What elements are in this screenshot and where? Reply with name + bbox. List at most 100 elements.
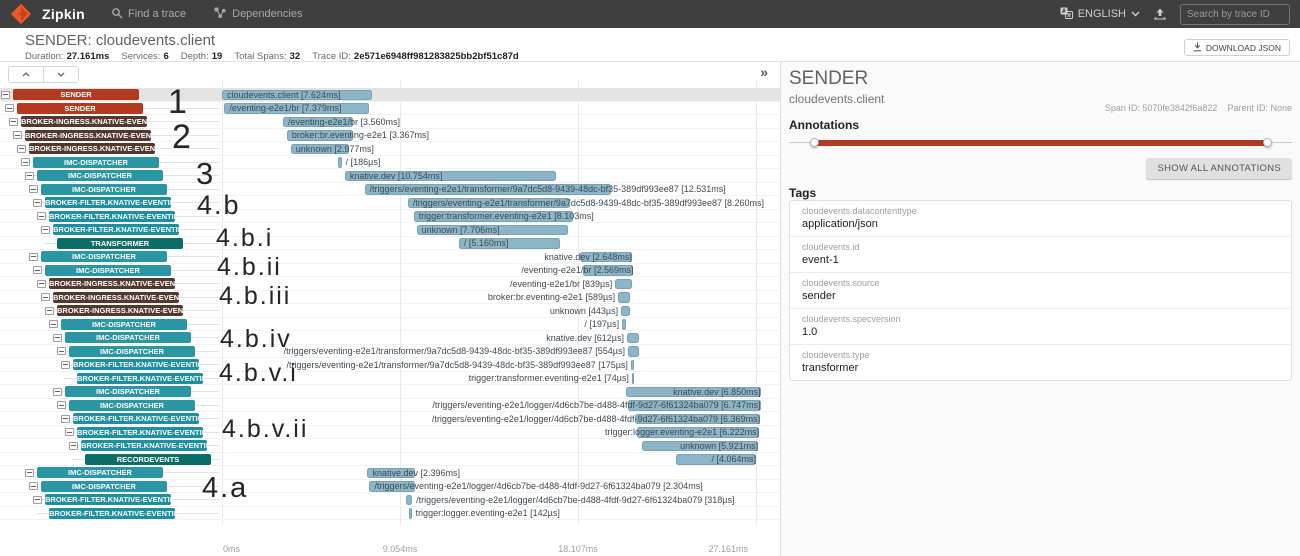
trace-row[interactable]: IMC-DISPATCHERknative.dev [612µs] bbox=[0, 331, 780, 345]
expand-timeline-button[interactable]: » bbox=[760, 64, 768, 80]
trace-row[interactable]: RECORDEVENTS/ [4.064ms] bbox=[0, 453, 780, 467]
service-name-pill[interactable]: BROKER-INGRESS.KNATIVE-EVENTING bbox=[49, 278, 175, 289]
service-name-pill[interactable]: BROKER-FILTER.KNATIVE-EVENTING bbox=[53, 224, 179, 235]
collapse-toggle-icon[interactable] bbox=[17, 145, 26, 153]
trace-row[interactable]: BROKER-FILTER.KNATIVE-EVENTING/triggers/… bbox=[0, 493, 780, 507]
service-name-pill[interactable]: BROKER-FILTER.KNATIVE-EVENTING bbox=[49, 211, 175, 222]
trace-row[interactable]: BROKER-INGRESS.KNATIVE-EVENTING/eventing… bbox=[0, 115, 780, 129]
upload-trace-icon[interactable] bbox=[1153, 8, 1167, 21]
collapse-toggle-icon[interactable] bbox=[45, 307, 54, 315]
trace-row[interactable]: IMC-DISPATCHER/triggers/eventing-e2e1/lo… bbox=[0, 480, 780, 494]
collapse-toggle-icon[interactable] bbox=[21, 158, 30, 166]
collapse-toggle-icon[interactable] bbox=[57, 347, 66, 355]
service-name-pill[interactable]: IMC-DISPATCHER bbox=[41, 251, 167, 262]
service-name-pill[interactable]: IMC-DISPATCHER bbox=[45, 265, 171, 276]
trace-row[interactable]: IMC-DISPATCHER/eventing-e2e1/br [2.569ms… bbox=[0, 264, 780, 278]
service-name-pill[interactable]: BROKER-INGRESS.KNATIVE-EVENTING bbox=[25, 130, 151, 141]
trace-row[interactable]: BROKER-FILTER.KNATIVE-EVENTINGunknown [7… bbox=[0, 223, 780, 237]
span-bar[interactable] bbox=[632, 373, 635, 384]
collapse-all-button[interactable] bbox=[9, 67, 44, 82]
trace-row[interactable]: BROKER-FILTER.KNATIVE-EVENTING/triggers/… bbox=[0, 196, 780, 210]
service-name-pill[interactable]: IMC-DISPATCHER bbox=[33, 157, 159, 168]
trace-row[interactable]: IMC-DISPATCHER/ [186µs] bbox=[0, 156, 780, 170]
trace-row[interactable]: BROKER-FILTER.KNATIVE-EVENTINGtrigger:tr… bbox=[0, 210, 780, 224]
service-name-pill[interactable]: BROKER-INGRESS.KNATIVE-EVENTING bbox=[21, 116, 147, 127]
service-name-pill[interactable]: IMC-DISPATCHER bbox=[41, 184, 167, 195]
trace-row[interactable]: IMC-DISPATCHER/triggers/eventing-e2e1/tr… bbox=[0, 183, 780, 197]
span-bar[interactable] bbox=[628, 346, 639, 357]
trace-row[interactable]: BROKER-INGRESS.KNATIVE-EVENTINGunknown [… bbox=[0, 304, 780, 318]
collapse-toggle-icon[interactable] bbox=[9, 118, 18, 126]
service-name-pill[interactable]: SENDER bbox=[13, 89, 139, 100]
service-name-pill[interactable]: IMC-DISPATCHER bbox=[69, 346, 195, 357]
collapse-toggle-icon[interactable] bbox=[53, 334, 62, 342]
service-name-pill[interactable]: BROKER-INGRESS.KNATIVE-EVENTING bbox=[29, 143, 155, 154]
trace-row[interactable]: SENDER/eventing-e2e1/br [7.379ms] bbox=[0, 102, 780, 116]
trace-row[interactable]: BROKER-INGRESS.KNATIVE-EVENTINGunknown [… bbox=[0, 142, 780, 156]
collapse-toggle-icon[interactable] bbox=[29, 185, 38, 193]
slider-end-knob[interactable] bbox=[1263, 138, 1272, 147]
collapse-toggle-icon[interactable] bbox=[13, 131, 22, 139]
trace-row[interactable]: IMC-DISPATCHERknative.dev [6.850ms] bbox=[0, 385, 780, 399]
nav-dependencies[interactable]: Dependencies bbox=[214, 7, 302, 22]
span-bar[interactable] bbox=[627, 333, 639, 344]
trace-row[interactable]: BROKER-INGRESS.KNATIVE-EVENTING/eventing… bbox=[0, 277, 780, 291]
collapse-toggle-icon[interactable] bbox=[65, 428, 74, 436]
collapse-toggle-icon[interactable] bbox=[49, 320, 58, 328]
trace-row[interactable]: BROKER-INGRESS.KNATIVE-EVENTINGbroker:br… bbox=[0, 129, 780, 143]
trace-row[interactable]: IMC-DISPATCHER/ [197µs] bbox=[0, 318, 780, 332]
trace-row[interactable]: SENDERcloudevents.client [7.624ms] bbox=[0, 88, 780, 102]
service-name-pill[interactable]: SENDER bbox=[17, 103, 143, 114]
collapse-toggle-icon[interactable] bbox=[5, 104, 14, 112]
collapse-toggle-icon[interactable] bbox=[25, 172, 34, 180]
collapse-toggle-icon[interactable] bbox=[29, 482, 38, 490]
trace-row[interactable]: BROKER-INGRESS.KNATIVE-EVENTINGbroker:br… bbox=[0, 291, 780, 305]
service-name-pill[interactable]: IMC-DISPATCHER bbox=[61, 319, 187, 330]
collapse-toggle-icon[interactable] bbox=[41, 293, 50, 301]
trace-row[interactable]: IMC-DISPATCHERknative.dev [2.648ms] bbox=[0, 250, 780, 264]
span-bar[interactable] bbox=[615, 279, 631, 290]
collapse-toggle-icon[interactable] bbox=[61, 415, 70, 423]
slider-range-bar[interactable] bbox=[814, 140, 1267, 146]
span-bar[interactable] bbox=[338, 157, 342, 168]
service-name-pill[interactable]: IMC-DISPATCHER bbox=[41, 481, 167, 492]
service-name-pill[interactable]: BROKER-INGRESS.KNATIVE-EVENTING bbox=[57, 305, 183, 316]
show-all-annotations-button[interactable]: SHOW ALL ANNOTATIONS bbox=[1146, 158, 1292, 179]
span-bar[interactable] bbox=[631, 360, 634, 371]
service-name-pill[interactable]: BROKER-FILTER.KNATIVE-EVENTING bbox=[73, 413, 199, 424]
nav-find-a-trace[interactable]: Find a trace bbox=[111, 7, 186, 22]
span-bar[interactable] bbox=[622, 319, 626, 330]
trace-row[interactable]: IMC-DISPATCHERknative.dev [2.396ms] bbox=[0, 466, 780, 480]
collapse-toggle-icon[interactable] bbox=[41, 226, 50, 234]
service-name-pill[interactable]: BROKER-INGRESS.KNATIVE-EVENTING bbox=[53, 292, 179, 303]
span-bar[interactable] bbox=[406, 495, 412, 506]
collapse-toggle-icon[interactable] bbox=[1, 91, 10, 99]
expand-all-button[interactable] bbox=[44, 67, 78, 82]
collapse-toggle-icon[interactable] bbox=[33, 199, 42, 207]
service-name-pill[interactable]: BROKER-FILTER.KNATIVE-EVENTING bbox=[77, 427, 203, 438]
search-by-trace-id-input[interactable] bbox=[1180, 4, 1290, 25]
trace-row[interactable]: BROKER-FILTER.KNATIVE-EVENTING/triggers/… bbox=[0, 358, 780, 372]
collapse-toggle-icon[interactable] bbox=[37, 212, 46, 220]
collapse-toggle-icon[interactable] bbox=[69, 442, 78, 450]
trace-row[interactable]: IMC-DISPATCHERknative.dev [10.754ms] bbox=[0, 169, 780, 183]
span-bar[interactable] bbox=[618, 292, 630, 303]
collapse-toggle-icon[interactable] bbox=[33, 266, 42, 274]
span-bar[interactable] bbox=[409, 508, 412, 519]
trace-row[interactable]: IMC-DISPATCHER/triggers/eventing-e2e1/lo… bbox=[0, 399, 780, 413]
collapse-toggle-icon[interactable] bbox=[25, 469, 34, 477]
service-name-pill[interactable]: BROKER-FILTER.KNATIVE-EVENTING bbox=[45, 494, 171, 505]
collapse-toggle-icon[interactable] bbox=[33, 496, 42, 504]
collapse-toggle-icon[interactable] bbox=[37, 280, 46, 288]
trace-row[interactable]: BROKER-FILTER.KNATIVE-EVENTING/triggers/… bbox=[0, 412, 780, 426]
service-name-pill[interactable]: TRANSFORMER bbox=[57, 238, 183, 249]
trace-row[interactable]: IMC-DISPATCHER/triggers/eventing-e2e1/tr… bbox=[0, 345, 780, 359]
service-name-pill[interactable]: BROKER-FILTER.KNATIVE-EVENTING bbox=[77, 373, 203, 384]
slider-start-knob[interactable] bbox=[810, 138, 819, 147]
service-name-pill[interactable]: BROKER-FILTER.KNATIVE-EVENTING bbox=[45, 197, 171, 208]
collapse-toggle-icon[interactable] bbox=[53, 388, 62, 396]
trace-row[interactable]: BROKER-FILTER.KNATIVE-EVENTINGtrigger:tr… bbox=[0, 372, 780, 386]
trace-row[interactable]: TRANSFORMER/ [5.160ms] bbox=[0, 237, 780, 251]
service-name-pill[interactable]: IMC-DISPATCHER bbox=[37, 467, 163, 478]
service-name-pill[interactable]: BROKER-FILTER.KNATIVE-EVENTING bbox=[73, 359, 199, 370]
